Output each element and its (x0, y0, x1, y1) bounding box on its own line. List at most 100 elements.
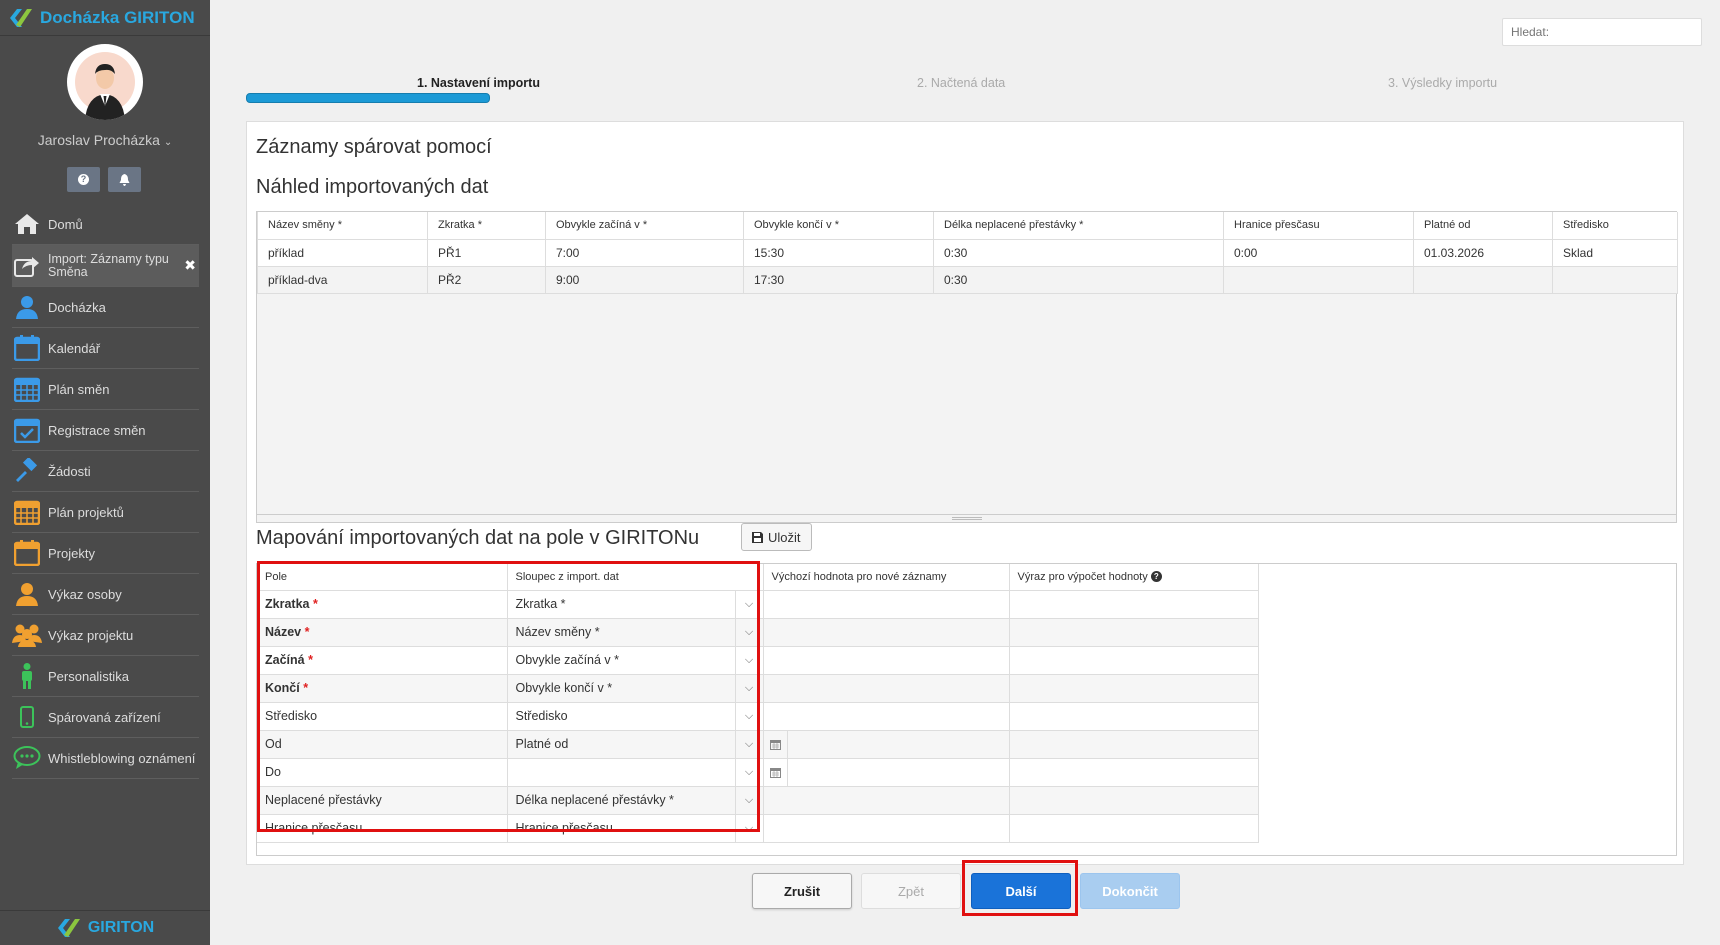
save-button[interactable]: Uložit (741, 523, 812, 551)
table-cell: příklad-dva (257, 265, 428, 294)
table-cell: Sklad (1552, 238, 1678, 267)
sidebar-item-paired-devices[interactable]: Spárovaná zařízení (12, 697, 199, 738)
preview-col-header: Hranice přesčasu (1223, 212, 1414, 240)
calendar-icon[interactable] (764, 730, 788, 758)
preview-col-header: Název směny * (257, 212, 428, 240)
step-progress-bar (246, 93, 490, 103)
sidebar-item-whistleblowing[interactable]: Whistleblowing oznámení (12, 738, 199, 779)
finish-button[interactable]: Dokončit (1080, 873, 1180, 909)
expression-field[interactable] (1009, 702, 1259, 731)
sidebar-item-hr[interactable]: Personalistika (12, 656, 199, 697)
table-cell: 17:30 (743, 265, 934, 294)
search-input[interactable] (1502, 18, 1702, 46)
resize-handle[interactable] (257, 514, 1676, 522)
chevron-down-icon: ⌄ (163, 137, 173, 148)
mapping-col-header: Výchozí hodnota pro nové záznamy (763, 564, 1010, 591)
close-icon[interactable]: ✖ (184, 257, 196, 274)
next-button[interactable]: Další (971, 873, 1071, 909)
expression-field[interactable] (1009, 786, 1259, 815)
help-icon[interactable]: ? (1150, 571, 1162, 583)
sidebar-footer-brand: GIRITON (0, 910, 210, 945)
back-button[interactable]: Zpět (861, 873, 961, 909)
calendar-icon (12, 539, 42, 567)
default-date-field[interactable] (763, 730, 1010, 759)
chat-icon (12, 744, 42, 772)
preview-col-header: Délka neplacené přestávky * (933, 212, 1224, 240)
person-icon (12, 293, 42, 321)
wizard-steps: 1. Nastavení importu 2. Načtená data 3. … (246, 74, 1686, 104)
expression-field[interactable] (1009, 674, 1259, 703)
step-1: 1. Nastavení importu (417, 76, 540, 90)
mapping-col-header: Výraz pro výpočet hodnoty ? (1009, 564, 1259, 591)
standing-person-icon (12, 662, 42, 690)
giriton-logo-icon (57, 919, 80, 937)
table-row[interactable]: příklad PŘ1 7:00 15:30 0:30 0:00 01.03.2… (257, 238, 1678, 267)
brand[interactable]: Docházka GIRITON (0, 0, 210, 36)
match-heading: Záznamy spárovat pomocí (256, 136, 492, 158)
preview-table-container[interactable]: Název směny * Zkratka * Obvykle začíná v… (256, 211, 1678, 523)
expression-field[interactable] (1009, 758, 1259, 787)
sidebar: Docházka GIRITON Jaroslav Procházka ⌄ ? … (0, 0, 210, 945)
step-2: 2. Načtená data (917, 76, 1006, 90)
table-cell (1552, 265, 1678, 294)
expression-field[interactable] (1009, 646, 1259, 675)
calendar-grid-icon (12, 375, 42, 403)
default-value-field[interactable] (763, 814, 1010, 843)
default-value-field[interactable] (763, 590, 1010, 619)
floppy-disk-icon (752, 531, 763, 543)
import-icon (12, 252, 42, 280)
highlight-mapping (257, 561, 760, 832)
group-icon (12, 621, 42, 649)
sidebar-item-home[interactable]: Domů (12, 204, 199, 245)
default-value-field[interactable] (763, 618, 1010, 647)
table-cell: 0:30 (933, 265, 1224, 294)
sidebar-item-project-report[interactable]: Výkaz projektu (12, 615, 199, 656)
default-value-field[interactable] (763, 702, 1010, 731)
preview-col-header: Středisko (1552, 212, 1678, 240)
sidebar-item-shift-registration[interactable]: Registrace směn (12, 410, 199, 451)
table-cell: 7:00 (545, 238, 744, 267)
table-row[interactable]: příklad-dva PŘ2 9:00 17:30 0:30 (257, 265, 1678, 294)
app-title: Docházka GIRITON (40, 7, 195, 27)
table-cell: 15:30 (743, 238, 934, 267)
table-cell: PŘ2 (427, 265, 546, 294)
table-cell: 01.03.2026 (1413, 238, 1553, 267)
preview-col-header: Zkratka * (427, 212, 546, 240)
sidebar-item-requests[interactable]: Žádosti (12, 451, 199, 492)
default-value-field[interactable] (763, 674, 1010, 703)
calendar-grid-icon (12, 498, 42, 526)
home-icon (12, 210, 42, 238)
sidebar-item-import[interactable]: Import: Záznamy typu Směna ✖ (12, 245, 199, 287)
table-cell: příklad (257, 238, 428, 267)
default-value-field[interactable] (763, 646, 1010, 675)
sidebar-item-attendance[interactable]: Docházka (12, 287, 199, 328)
mobile-icon (12, 703, 42, 731)
expression-field[interactable] (1009, 814, 1259, 843)
step-3: 3. Výsledky importu (1388, 76, 1498, 90)
help-icon[interactable]: ? (67, 167, 100, 192)
table-cell (1413, 265, 1553, 294)
sidebar-item-person-report[interactable]: Výkaz osoby (12, 574, 199, 615)
sidebar-item-project-plan[interactable]: Plán projektů (12, 492, 199, 533)
cancel-button[interactable]: Zrušit (752, 873, 852, 909)
giriton-logo-icon (10, 8, 32, 27)
default-date-field[interactable] (763, 758, 1010, 787)
calendar-icon[interactable] (764, 758, 788, 786)
sidebar-nav: Domů Import: Záznamy typu Směna ✖ Docház… (12, 204, 199, 779)
bell-icon[interactable] (108, 167, 141, 192)
table-cell: PŘ1 (427, 238, 546, 267)
calendar-check-icon (12, 416, 42, 444)
expression-field[interactable] (1009, 590, 1259, 619)
expression-field[interactable] (1009, 730, 1259, 759)
user-name[interactable]: Jaroslav Procházka ⌄ (0, 132, 210, 148)
expression-field[interactable] (1009, 618, 1259, 647)
avatar[interactable] (67, 44, 143, 120)
sidebar-item-projects[interactable]: Projekty (12, 533, 199, 574)
mapping-heading: Mapování importovaných dat na pole v GIR… (256, 527, 700, 549)
sidebar-item-shift-plan[interactable]: Plán směn (12, 369, 199, 410)
default-value-field[interactable] (763, 786, 1010, 815)
sidebar-item-calendar[interactable]: Kalendář (12, 328, 199, 369)
preview-col-header: Obvykle končí v * (743, 212, 934, 240)
table-cell: 0:00 (1223, 238, 1414, 267)
person-icon (12, 580, 42, 608)
